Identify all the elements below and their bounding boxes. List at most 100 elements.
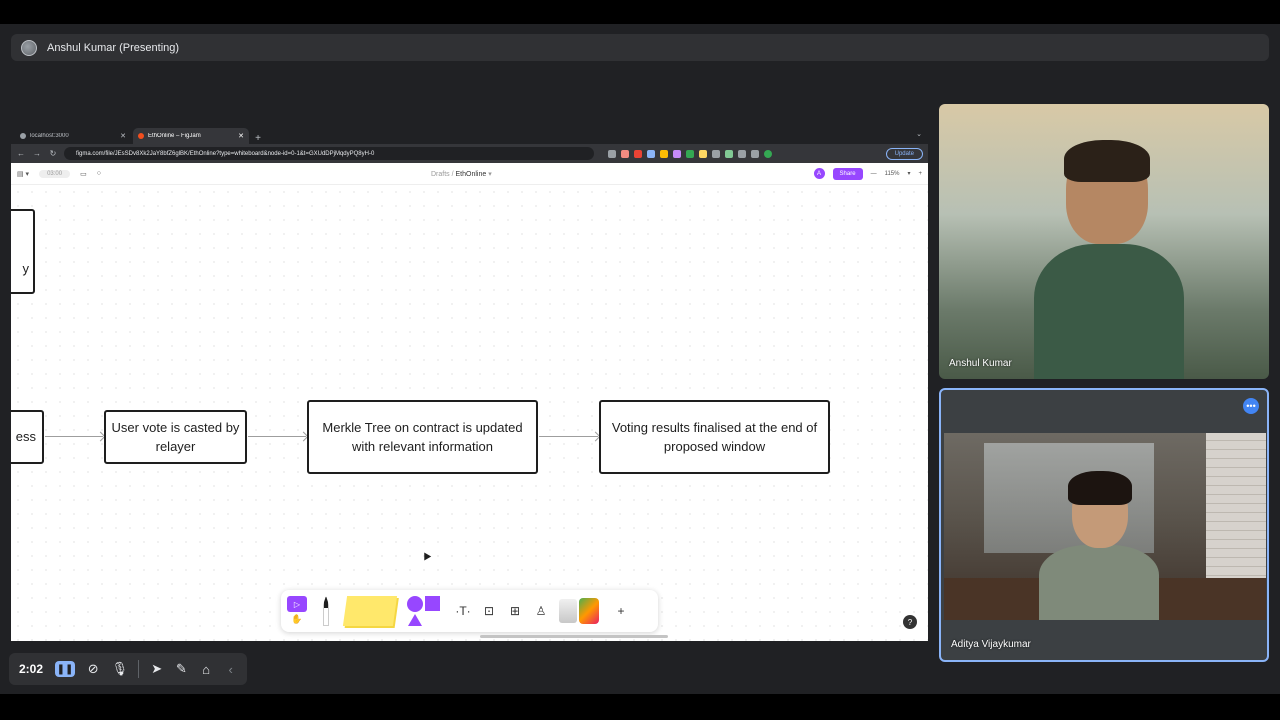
top-black-bar xyxy=(0,0,1280,24)
sticky-note-tool[interactable] xyxy=(342,596,398,626)
node-text: ess xyxy=(15,429,36,445)
forward-icon[interactable]: → xyxy=(32,149,42,158)
recording-controls: 2:02 ❚❚ ⊘ 🎙 ➤ ✎ ⌂ ‹ xyxy=(9,653,247,685)
breadcrumb-drafts[interactable]: Drafts xyxy=(431,171,450,178)
profile-icon[interactable] xyxy=(764,149,772,158)
table-tool-icon[interactable]: ⊞ xyxy=(507,604,523,618)
flow-node-merkle[interactable]: Merkle Tree on contract is updated with … xyxy=(307,400,538,474)
flow-node-relayer[interactable]: User vote is casted by relayer xyxy=(104,410,247,464)
stamp-tool-icon[interactable]: ♙ xyxy=(533,604,549,618)
address-bar: ← → ↻ figma.com/file/JEsSDv8Xk2JaY8bfZ6g… xyxy=(11,144,928,163)
whiteboard-canvas[interactable]: y ess User vote is casted by relayer Mer… xyxy=(11,185,928,641)
presenter-title: Anshul Kumar (Presenting) xyxy=(47,41,180,54)
person-body xyxy=(1034,244,1184,379)
clear-drawing-icon[interactable]: ⌂ xyxy=(200,662,213,677)
update-button[interactable]: Update xyxy=(885,147,923,160)
help-icon[interactable]: ? xyxy=(903,615,917,629)
main-menu-icon[interactable]: ▤ ▾ xyxy=(17,170,29,178)
layout-icon[interactable]: ▭ xyxy=(80,170,87,178)
connector-arrow[interactable] xyxy=(248,436,306,437)
chevron-down-icon[interactable]: ⌄ xyxy=(916,130,922,138)
mouse-cursor-icon xyxy=(420,550,432,561)
participant-tile-aditya[interactable]: ••• Aditya Vijaykumar xyxy=(939,388,1269,662)
section-tool-icon[interactable]: ⊡ xyxy=(481,604,497,618)
comment-icon[interactable]: ○ xyxy=(97,170,101,177)
reload-icon[interactable]: ↻ xyxy=(48,149,58,158)
stickers-tool[interactable] xyxy=(559,596,603,626)
shape-tool[interactable] xyxy=(405,594,445,628)
partial-node-bottom[interactable]: ess xyxy=(11,410,44,464)
presenter-bar: Anshul Kumar (Presenting) xyxy=(11,34,1269,61)
extension-icon[interactable] xyxy=(660,149,668,158)
back-icon[interactable]: ← xyxy=(16,149,26,158)
extension-icon[interactable] xyxy=(725,149,733,158)
extension-icon[interactable] xyxy=(712,149,720,158)
elapsed-time: 2:02 xyxy=(19,662,44,676)
more-options-icon[interactable]: ••• xyxy=(1243,398,1259,414)
horizontal-scrollbar[interactable] xyxy=(480,635,668,638)
extension-icon[interactable] xyxy=(608,149,616,158)
tab-localhost[interactable]: localhost:3000 ✕ xyxy=(15,128,131,144)
tab-label: localhost:3000 xyxy=(30,133,69,139)
figjam-toolbar: ▤ ▾ 03:00 ▭ ○ Drafts / EthOnline ▾ A Sha… xyxy=(11,163,928,185)
close-icon[interactable]: ✕ xyxy=(238,132,244,140)
new-tab-icon[interactable]: + xyxy=(251,133,265,144)
marker-icon xyxy=(323,596,329,626)
extension-icon[interactable] xyxy=(634,149,642,158)
pointer-icon[interactable]: ▷ xyxy=(287,596,307,612)
connector-arrow[interactable] xyxy=(45,436,103,437)
tab-ethonline[interactable]: EthOnline – FigJam ✕ xyxy=(133,128,249,144)
collapse-icon[interactable]: ‹ xyxy=(224,662,237,677)
select-tool[interactable]: ▷ ✋ xyxy=(287,596,307,626)
node-text: User vote is casted by relayer xyxy=(111,419,240,455)
close-icon[interactable]: ✕ xyxy=(120,132,126,140)
connector-arrow[interactable] xyxy=(539,436,598,437)
download-icon[interactable] xyxy=(751,149,759,158)
square-shape-icon xyxy=(425,596,440,611)
marker-tool[interactable] xyxy=(317,594,335,628)
chevron-down-icon[interactable]: ▾ xyxy=(907,170,910,177)
extension-icon[interactable] xyxy=(699,149,707,158)
flow-node-results[interactable]: Voting results finalised at the end of p… xyxy=(599,400,830,474)
tab-label: EthOnline – FigJam xyxy=(148,133,201,139)
extension-icon[interactable] xyxy=(647,149,655,158)
extension-icon[interactable] xyxy=(621,149,629,158)
circle-shape-icon xyxy=(407,596,423,612)
chevron-down-icon[interactable]: ▾ xyxy=(488,171,492,178)
microphone-icon[interactable]: 🎙 xyxy=(112,661,129,677)
bottom-black-bar xyxy=(0,694,1280,720)
zoom-in-icon[interactable]: + xyxy=(918,171,922,177)
sticker-icon xyxy=(559,599,577,623)
participant-tile-anshul[interactable]: Anshul Kumar xyxy=(939,104,1269,379)
pause-button[interactable]: ❚❚ xyxy=(55,661,75,677)
shared-screen: localhost:3000 ✕ EthOnline – FigJam ✕ + … xyxy=(11,126,928,641)
triangle-shape-icon xyxy=(408,614,422,626)
avatar[interactable]: A xyxy=(813,168,825,179)
camera-off-icon[interactable]: ⊘ xyxy=(87,661,100,677)
pen-tool-icon[interactable]: ✎ xyxy=(175,661,188,677)
presenter-avatar-icon xyxy=(21,39,37,56)
share-button[interactable]: Share xyxy=(832,167,863,180)
url-input[interactable]: figma.com/file/JEsSDv8Xk2JaY8bfZ6glBK/Et… xyxy=(64,147,594,160)
extension-icon[interactable] xyxy=(673,149,681,158)
node-text: Merkle Tree on contract is updated with … xyxy=(322,419,523,455)
timer-badge[interactable]: 03:00 xyxy=(39,169,71,178)
sticker-icon xyxy=(579,598,599,624)
hand-icon[interactable]: ✋ xyxy=(291,614,302,625)
file-name[interactable]: EthOnline xyxy=(456,171,487,178)
zoom-out-icon[interactable]: — xyxy=(871,171,877,177)
more-tools-icon[interactable]: + xyxy=(613,604,629,618)
node-text: y xyxy=(22,260,30,276)
creation-toolbar: ▷ ✋ ·T· ⊡ ⊞ ♙ + xyxy=(281,590,658,632)
person-hair xyxy=(1064,140,1150,182)
partial-node-top[interactable]: y xyxy=(11,209,35,294)
text-tool-icon[interactable]: ·T· xyxy=(455,604,471,618)
zoom-level[interactable]: 115% xyxy=(885,171,900,177)
figma-icon xyxy=(138,133,144,139)
node-text: Voting results finalised at the end of p… xyxy=(611,419,818,455)
participant-name: Aditya Vijaykumar xyxy=(951,639,1031,650)
puzzle-icon[interactable] xyxy=(738,149,746,158)
extension-icon[interactable] xyxy=(686,149,694,158)
participant-name: Anshul Kumar xyxy=(949,358,1012,369)
cursor-tool-icon[interactable]: ➤ xyxy=(150,661,163,677)
